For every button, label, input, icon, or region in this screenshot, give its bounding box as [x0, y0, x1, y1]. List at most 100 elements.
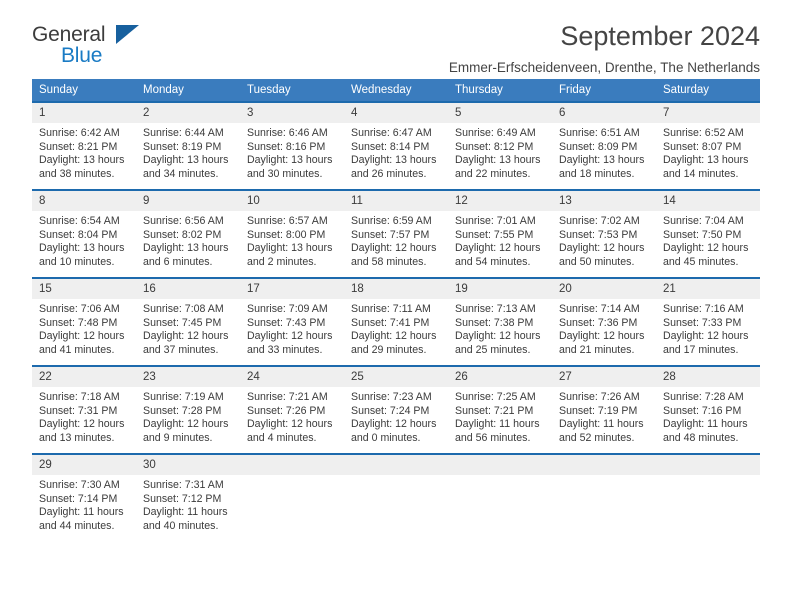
sunrise-text: Sunrise: 7:18 AM — [39, 391, 120, 403]
daylight-text-line1: Daylight: 12 hours — [351, 330, 437, 343]
calendar-day-cell[interactable]: 2 Sunrise: 6:44 AM Sunset: 8:19 PM Daylight… — [136, 101, 240, 189]
daylight-text-line1: Daylight: 13 hours — [143, 242, 229, 255]
calendar-day-cell[interactable]: 14 Sunrise: 7:04 AM Sunset: 7:50 PM Dayligh… — [656, 189, 760, 277]
sunrise-text: Sunrise: 7:21 AM — [247, 391, 328, 403]
calendar-day-cell[interactable]: 23 Sunrise: 7:19 AM Sunset: 7:28 PM Dayligh… — [136, 365, 240, 453]
calendar-day-cell[interactable]: 5 Sunrise: 6:49 AM Sunset: 8:12 PM Daylight… — [448, 101, 552, 189]
brand-logo[interactable]: General Blue — [32, 22, 152, 74]
day-info: Sunrise: 7:04 AM Sunset: 7:50 PM Daylight:… — [656, 211, 760, 269]
daylight-text-line1: Daylight: 12 hours — [39, 418, 125, 431]
calendar-day-cell[interactable]: 26 Sunrise: 7:25 AM Sunset: 7:21 PM Dayligh… — [448, 365, 552, 453]
calendar-day-cell[interactable]: 19 Sunrise: 7:13 AM Sunset: 7:38 PM Dayligh… — [448, 277, 552, 365]
sunset-text: Sunset: 8:09 PM — [559, 140, 638, 153]
sunrise-text: Sunrise: 7:13 AM — [455, 303, 536, 315]
day-info: Sunrise: 7:09 AM Sunset: 7:43 PM Daylight:… — [240, 299, 344, 357]
daylight-text-line2: and 33 minutes. — [247, 343, 323, 356]
calendar-day-cell[interactable]: 4 Sunrise: 6:47 AM Sunset: 8:14 PM Daylight… — [344, 101, 448, 189]
calendar-day-cell[interactable]: 10 Sunrise: 6:57 AM Sunset: 8:00 PM Dayligh… — [240, 189, 344, 277]
day-cell-content: 28 Sunrise: 7:28 AM Sunset: 7:16 PM Dayligh… — [656, 365, 760, 453]
day-cell-content: 6 Sunrise: 6:51 AM Sunset: 8:09 PM Daylight… — [552, 101, 656, 189]
day-info: Sunrise: 6:44 AM Sunset: 8:19 PM Daylight:… — [136, 123, 240, 181]
sunset-text: Sunset: 8:21 PM — [39, 140, 118, 153]
page-subtitle: Emmer-Erfscheidenveen, Drenthe, The Neth… — [448, 60, 760, 76]
day-cell-content: 13 Sunrise: 7:02 AM Sunset: 7:53 PM Dayligh… — [552, 189, 656, 277]
calendar-day-cell[interactable] — [656, 453, 760, 541]
calendar-day-cell[interactable]: 21 Sunrise: 7:16 AM Sunset: 7:33 PM Dayligh… — [656, 277, 760, 365]
calendar-day-cell[interactable]: 7 Sunrise: 6:52 AM Sunset: 8:07 PM Daylight… — [656, 101, 760, 189]
day-number: 7 — [656, 103, 760, 123]
sunset-text: Sunset: 7:14 PM — [39, 492, 118, 505]
daylight-text-line1: Daylight: 12 hours — [247, 418, 333, 431]
day-cell-content: 25 Sunrise: 7:23 AM Sunset: 7:24 PM Dayligh… — [344, 365, 448, 453]
calendar-day-cell[interactable]: 9 Sunrise: 6:56 AM Sunset: 8:02 PM Daylight… — [136, 189, 240, 277]
calendar-week-row: 22 Sunrise: 7:18 AM Sunset: 7:31 PM Dayligh… — [32, 365, 760, 453]
calendar-day-cell[interactable]: 11 Sunrise: 6:59 AM Sunset: 7:57 PM Dayligh… — [344, 189, 448, 277]
calendar-day-cell[interactable]: 13 Sunrise: 7:02 AM Sunset: 7:53 PM Dayligh… — [552, 189, 656, 277]
calendar-day-cell[interactable]: 25 Sunrise: 7:23 AM Sunset: 7:24 PM Dayligh… — [344, 365, 448, 453]
day-number: 3 — [240, 103, 344, 123]
daylight-text-line2: and 56 minutes. — [455, 431, 531, 444]
sunrise-text: Sunrise: 6:49 AM — [455, 127, 536, 139]
daylight-text-line2: and 37 minutes. — [143, 343, 219, 356]
day-number: 25 — [344, 367, 448, 387]
sunrise-text: Sunrise: 6:44 AM — [143, 127, 224, 139]
calendar-day-cell[interactable]: 6 Sunrise: 6:51 AM Sunset: 8:09 PM Daylight… — [552, 101, 656, 189]
sunrise-text: Sunrise: 6:54 AM — [39, 215, 120, 227]
sunset-text: Sunset: 7:24 PM — [351, 404, 430, 417]
daylight-text-line1: Daylight: 12 hours — [559, 242, 645, 255]
calendar-day-cell[interactable]: 3 Sunrise: 6:46 AM Sunset: 8:16 PM Daylight… — [240, 101, 344, 189]
day-cell-content: 1 Sunrise: 6:42 AM Sunset: 8:21 PM Daylight… — [32, 101, 136, 189]
day-number: 13 — [552, 191, 656, 211]
calendar-day-cell[interactable]: 8 Sunrise: 6:54 AM Sunset: 8:04 PM Daylight… — [32, 189, 136, 277]
day-number — [656, 455, 760, 475]
calendar-day-cell[interactable]: 16 Sunrise: 7:08 AM Sunset: 7:45 PM Dayligh… — [136, 277, 240, 365]
calendar-day-cell[interactable]: 27 Sunrise: 7:26 AM Sunset: 7:19 PM Dayligh… — [552, 365, 656, 453]
calendar-day-cell[interactable]: 29 Sunrise: 7:30 AM Sunset: 7:14 PM Dayligh… — [32, 453, 136, 541]
day-cell-content: 11 Sunrise: 6:59 AM Sunset: 7:57 PM Dayligh… — [344, 189, 448, 277]
daylight-text-line1: Daylight: 13 hours — [663, 154, 749, 167]
calendar-day-cell[interactable] — [552, 453, 656, 541]
calendar-day-cell[interactable]: 17 Sunrise: 7:09 AM Sunset: 7:43 PM Dayligh… — [240, 277, 344, 365]
calendar-day-cell[interactable]: 24 Sunrise: 7:21 AM Sunset: 7:26 PM Dayligh… — [240, 365, 344, 453]
day-info: Sunrise: 7:19 AM Sunset: 7:28 PM Daylight:… — [136, 387, 240, 445]
day-info: Sunrise: 6:49 AM Sunset: 8:12 PM Daylight:… — [448, 123, 552, 181]
calendar-day-cell[interactable] — [448, 453, 552, 541]
weekday-header-saturday: Saturday — [656, 79, 760, 101]
day-number: 26 — [448, 367, 552, 387]
daylight-text-line2: and 50 minutes. — [559, 255, 635, 268]
calendar-week-row: 29 Sunrise: 7:30 AM Sunset: 7:14 PM Dayligh… — [32, 453, 760, 541]
calendar-day-cell[interactable] — [240, 453, 344, 541]
sunset-text: Sunset: 7:28 PM — [143, 404, 222, 417]
sunset-text: Sunset: 7:45 PM — [143, 316, 222, 329]
sunset-text: Sunset: 8:12 PM — [455, 140, 534, 153]
sunrise-text: Sunrise: 7:11 AM — [351, 303, 431, 315]
sunset-text: Sunset: 8:04 PM — [39, 228, 118, 241]
sunset-text: Sunset: 7:12 PM — [143, 492, 222, 505]
sunrise-text: Sunrise: 6:46 AM — [247, 127, 328, 139]
sunrise-text: Sunrise: 7:08 AM — [143, 303, 224, 315]
calendar-day-cell[interactable]: 20 Sunrise: 7:14 AM Sunset: 7:36 PM Dayligh… — [552, 277, 656, 365]
day-number: 21 — [656, 279, 760, 299]
calendar-day-cell[interactable]: 1 Sunrise: 6:42 AM Sunset: 8:21 PM Daylight… — [32, 101, 136, 189]
day-info: Sunrise: 7:28 AM Sunset: 7:16 PM Daylight:… — [656, 387, 760, 445]
sunset-text: Sunset: 8:14 PM — [351, 140, 430, 153]
calendar-day-cell[interactable] — [344, 453, 448, 541]
brand-name-blue: Blue — [61, 44, 103, 67]
daylight-text-line2: and 38 minutes. — [39, 167, 115, 180]
day-number: 11 — [344, 191, 448, 211]
calendar-day-cell[interactable]: 30 Sunrise: 7:31 AM Sunset: 7:12 PM Dayligh… — [136, 453, 240, 541]
day-info: Sunrise: 7:26 AM Sunset: 7:19 PM Daylight:… — [552, 387, 656, 445]
day-number: 6 — [552, 103, 656, 123]
sunrise-text: Sunrise: 6:47 AM — [351, 127, 432, 139]
sunrise-text: Sunrise: 7:06 AM — [39, 303, 120, 315]
day-number — [240, 455, 344, 475]
calendar-day-cell[interactable]: 22 Sunrise: 7:18 AM Sunset: 7:31 PM Dayligh… — [32, 365, 136, 453]
day-info: Sunrise: 7:14 AM Sunset: 7:36 PM Daylight:… — [552, 299, 656, 357]
calendar-day-cell[interactable]: 28 Sunrise: 7:28 AM Sunset: 7:16 PM Dayligh… — [656, 365, 760, 453]
calendar-day-cell[interactable]: 18 Sunrise: 7:11 AM Sunset: 7:41 PM Dayligh… — [344, 277, 448, 365]
calendar-day-cell[interactable]: 12 Sunrise: 7:01 AM Sunset: 7:55 PM Dayligh… — [448, 189, 552, 277]
daylight-text-line1: Daylight: 13 hours — [351, 154, 437, 167]
calendar-day-cell[interactable]: 15 Sunrise: 7:06 AM Sunset: 7:48 PM Dayligh… — [32, 277, 136, 365]
daylight-text-line1: Daylight: 12 hours — [351, 242, 437, 255]
weekday-header-wednesday: Wednesday — [344, 79, 448, 101]
